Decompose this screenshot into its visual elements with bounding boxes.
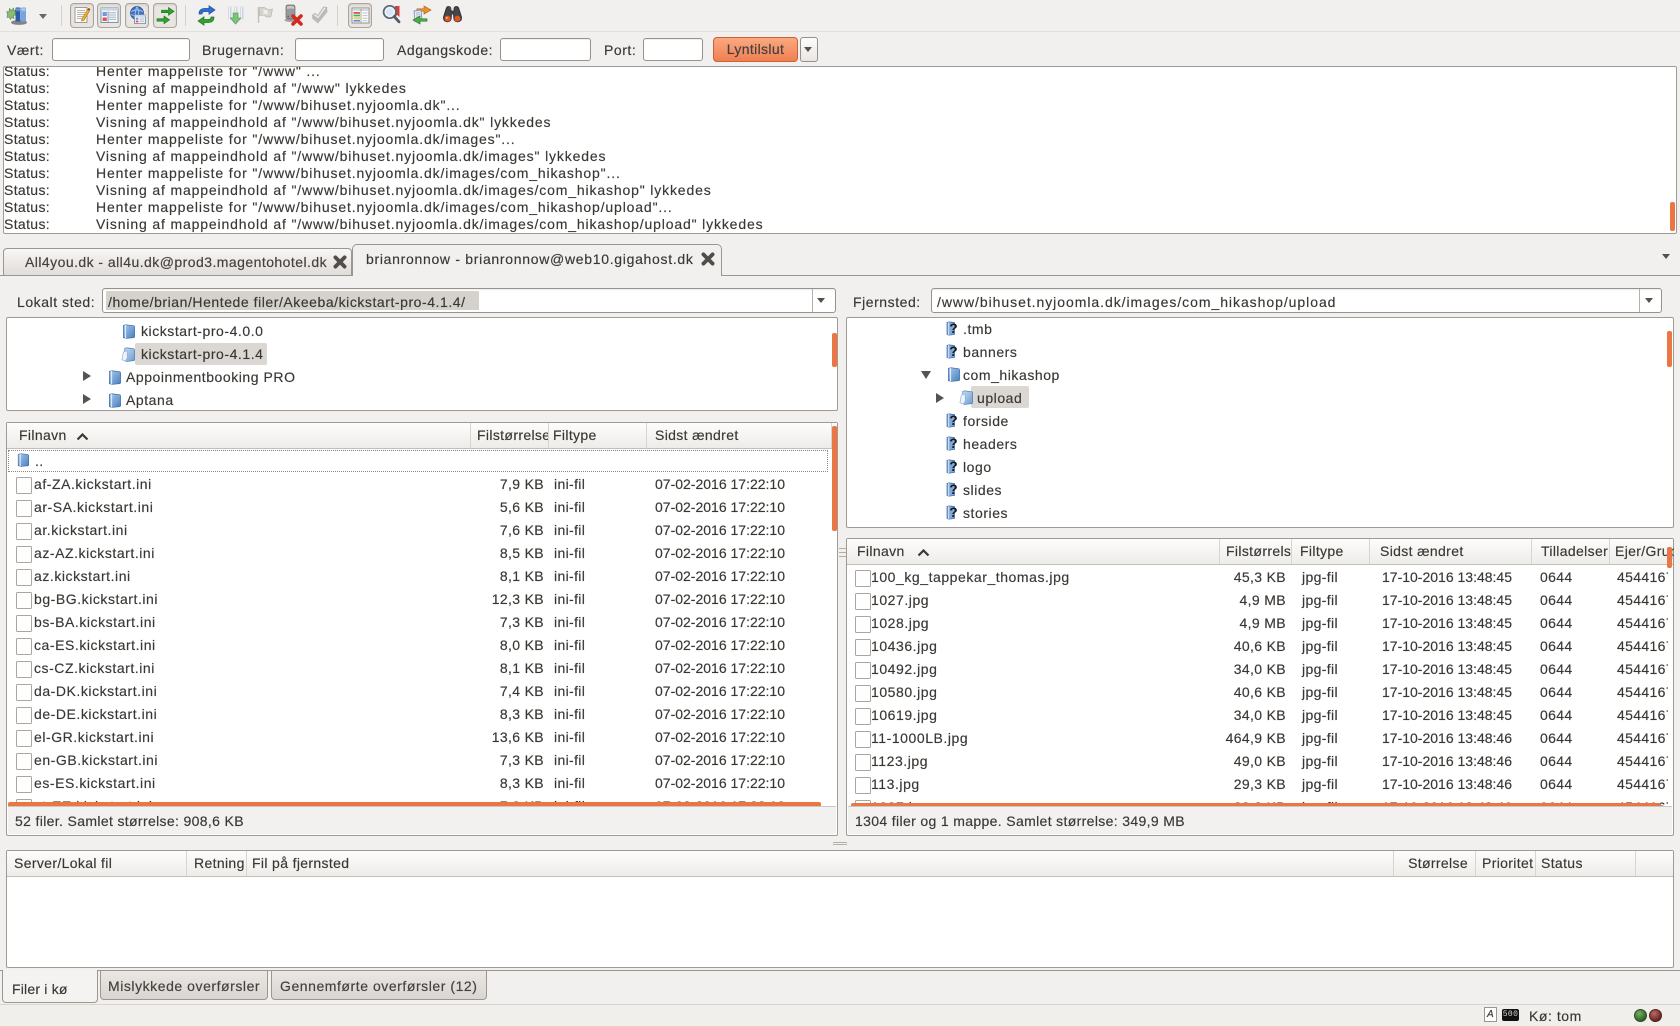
svg-text:?: ? (949, 344, 958, 359)
svg-text:?: ? (949, 413, 958, 428)
svg-text:?: ? (949, 436, 958, 451)
svg-text:?: ? (949, 459, 958, 474)
svg-text:?: ? (949, 505, 958, 520)
svg-text:?: ? (949, 482, 958, 497)
svg-text:?: ? (949, 321, 958, 336)
